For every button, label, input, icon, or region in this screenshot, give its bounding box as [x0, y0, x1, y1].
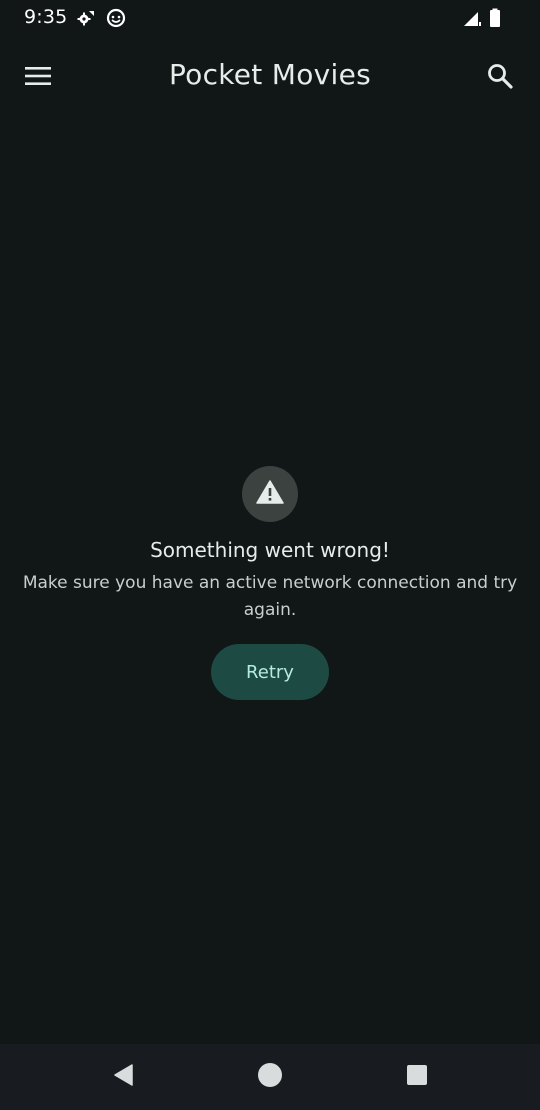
status-bar: 9:35: [0, 0, 540, 36]
search-button[interactable]: [482, 60, 518, 96]
app-bar: Pocket Movies: [0, 44, 540, 112]
retry-button[interactable]: Retry: [211, 644, 329, 700]
warning-icon: [256, 480, 284, 508]
nav-back-button[interactable]: [108, 1062, 138, 1092]
search-icon: [487, 63, 513, 93]
smiley-icon: [106, 8, 126, 32]
status-time: 9:35: [24, 6, 68, 28]
home-icon: [257, 1062, 283, 1092]
error-panel: Something went wrong! Make sure you have…: [0, 466, 540, 700]
recents-icon: [406, 1064, 428, 1090]
signal-icon: [462, 8, 482, 32]
back-icon: [112, 1063, 134, 1091]
app-title: Pocket Movies: [168, 58, 372, 91]
battery-icon: [489, 8, 501, 32]
nav-recents-button[interactable]: [402, 1062, 432, 1092]
nav-home-button[interactable]: [255, 1062, 285, 1092]
warning-badge: [242, 466, 298, 522]
error-title: Something went wrong!: [150, 538, 390, 562]
settings-sync-icon: [76, 8, 96, 32]
error-message: Make sure you have an active network con…: [22, 573, 518, 620]
navigation-bar: [0, 1044, 540, 1110]
